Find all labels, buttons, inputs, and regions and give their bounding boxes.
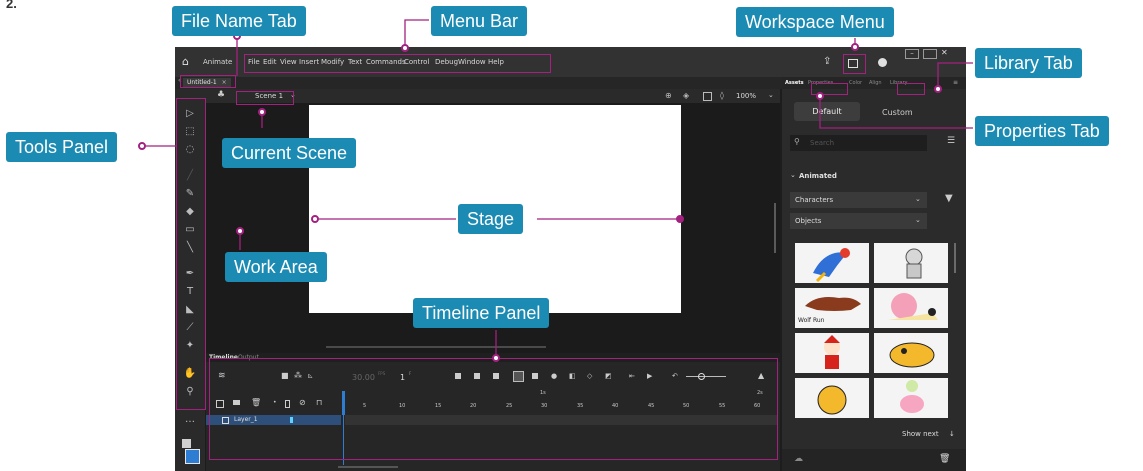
connector-dot (851, 43, 859, 51)
callout-connectors (142, 19, 973, 356)
connector-dot (816, 92, 824, 100)
callout-menu-bar: Menu Bar (431, 6, 528, 36)
callout-file-name-tab: File Name Tab (172, 6, 306, 36)
connector-dot (258, 108, 266, 116)
connector-dot (311, 215, 319, 223)
callout-properties-tab: Properties Tab (975, 116, 1109, 146)
connector-dot (492, 354, 500, 362)
callout-tools-panel: Tools Panel (6, 132, 118, 162)
callout-current-scene: Current Scene (222, 138, 357, 168)
connector-dot (934, 85, 942, 93)
connector-dot (676, 215, 684, 223)
connector-dot (138, 142, 146, 150)
connector-dot (401, 44, 409, 52)
callout-library-tab: Library Tab (975, 48, 1082, 78)
callout-timeline-panel: Timeline Panel (413, 298, 550, 328)
connector-dot (236, 227, 244, 235)
callout-work-area: Work Area (225, 252, 327, 282)
callout-workspace-menu: Workspace Menu (736, 7, 894, 37)
callout-stage: Stage (458, 204, 524, 234)
